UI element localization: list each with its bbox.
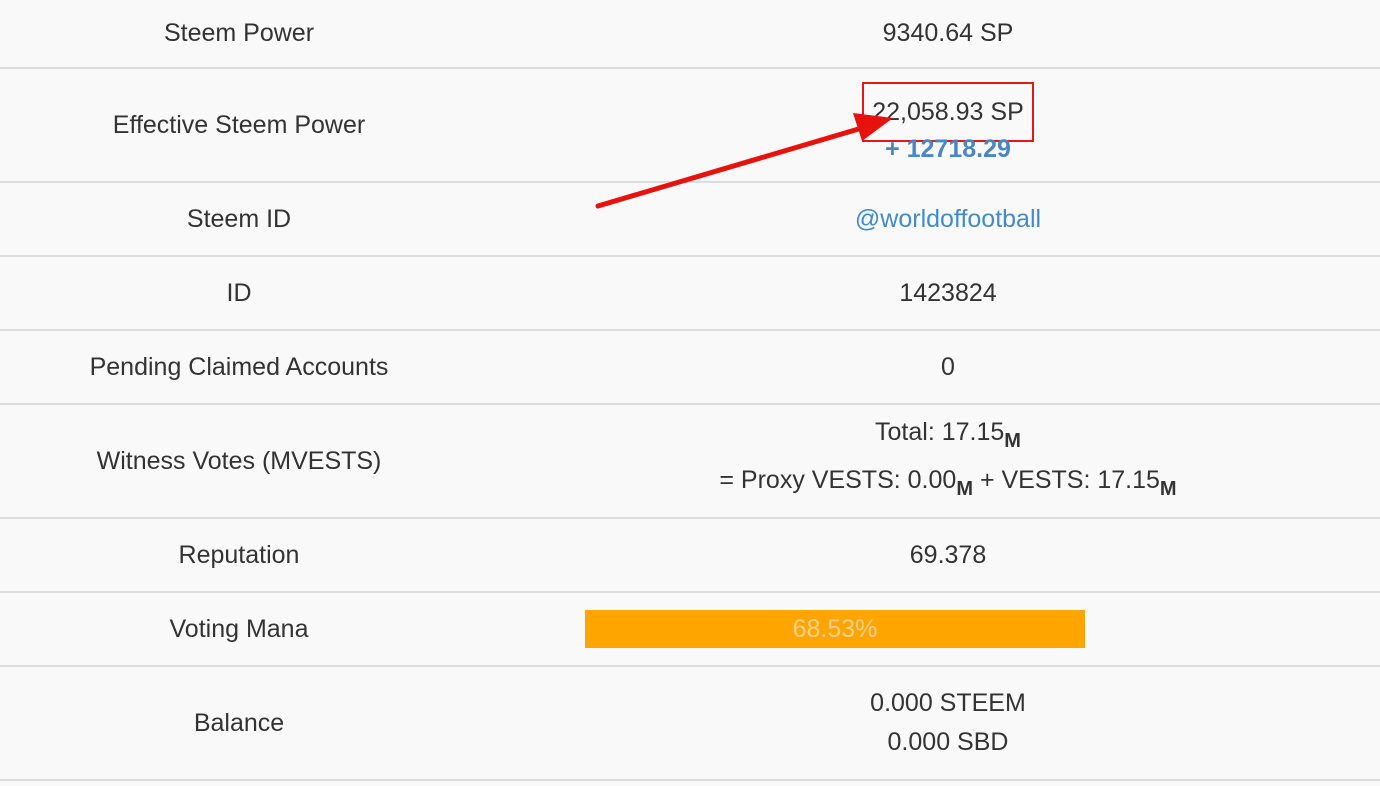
balance-cell: 0.000 STEEM 0.000 SBD — [478, 666, 1380, 780]
witness-votes-breakdown-line: = Proxy VESTS: 0.00M + VESTS: 17.15M — [516, 461, 1380, 509]
row-balance: Balance 0.000 STEEM 0.000 SBD — [0, 666, 1380, 780]
row-steem-power: Steem Power 9340.64 SP — [0, 0, 1380, 68]
witness-votes-label: Witness Votes (MVESTS) — [96, 446, 382, 475]
steem-power-value: 9340.64 SP — [882, 19, 1014, 47]
witness-votes-cell: Total: 17.15M = Proxy VESTS: 0.00M + VES… — [478, 404, 1380, 518]
proxy-value: 0.00 — [907, 466, 957, 494]
steem-id-link[interactable]: @worldoffootball — [855, 205, 1041, 233]
delegated-sp-bonus: + 12718.29 — [885, 135, 1011, 163]
balance-label: Balance — [193, 708, 285, 737]
voting-mana-percent: 68.53% — [792, 615, 878, 643]
witness-votes-total-line: Total: 17.15M — [516, 413, 1380, 461]
id-label: ID — [226, 278, 252, 307]
row-voting-mana: Voting Mana 68.53% — [0, 592, 1380, 666]
proxy-prefix: = Proxy VESTS: — [719, 466, 908, 494]
voting-mana-cell: 68.53% — [478, 592, 1380, 666]
total-value: 17.15 — [941, 418, 1005, 446]
voting-mana-progress: 68.53% — [585, 610, 1085, 648]
balance-steem: 0.000 STEEM — [870, 689, 1026, 717]
vests-value: 17.15 — [1097, 466, 1160, 494]
row-witness-votes: Witness Votes (MVESTS) Total: 17.15M = P… — [0, 404, 1380, 518]
id-value: 1423824 — [899, 278, 997, 307]
row-effective-steem-power: Effective Steem Power 22,058.93 SP + 127… — [0, 68, 1380, 182]
steem-power-label: Steem Power — [163, 19, 315, 47]
proxy-unit: M — [956, 478, 973, 500]
vests-prefix: + VESTS: — [973, 466, 1098, 494]
account-info-table: Steem Power 9340.64 SP Effective Steem P… — [0, 0, 1380, 781]
effective-steem-power-label: Effective Steem Power — [112, 110, 366, 139]
reputation-value: 69.378 — [909, 540, 987, 569]
steem-id-cell: @worldoffootball — [478, 182, 1380, 256]
row-reputation: Reputation 69.378 — [0, 518, 1380, 592]
effective-steem-power-cell: 22,058.93 SP + 12718.29 — [478, 68, 1380, 182]
row-steem-id: Steem ID @worldoffootball — [0, 182, 1380, 256]
row-pending-claimed-accounts: Pending Claimed Accounts 0 — [0, 330, 1380, 404]
total-unit: M — [1004, 430, 1021, 452]
reputation-label: Reputation — [178, 540, 300, 569]
vests-unit: M — [1159, 478, 1177, 500]
effective-steem-power-value: 22,058.93 SP — [862, 82, 1034, 142]
steem-id-label: Steem ID — [186, 204, 292, 233]
pending-claimed-label: Pending Claimed Accounts — [89, 352, 389, 381]
balance-sbd: 0.000 SBD — [887, 728, 1009, 756]
total-prefix: Total: — [875, 418, 942, 446]
pending-claimed-value: 0 — [941, 352, 955, 381]
row-id: ID 1423824 — [0, 256, 1380, 330]
voting-mana-label: Voting Mana — [169, 614, 309, 643]
